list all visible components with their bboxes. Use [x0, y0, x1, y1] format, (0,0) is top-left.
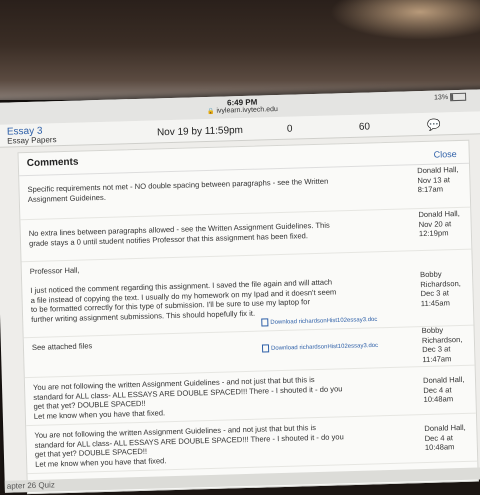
comment-item: Professor Hall, I just noticed the comme… — [21, 248, 474, 339]
score: 0 — [286, 123, 293, 135]
comment-author-date: Donald Hall, Nov 20 at 12:19pm — [418, 208, 460, 239]
comments-panel: Comments Close Specific requirements not… — [17, 139, 479, 495]
close-button[interactable]: Close — [434, 149, 457, 160]
comment-author-date: Donald Hall, Dec 4 at 10:48am — [424, 422, 466, 453]
comment-text: Specific requirements not met - NO doubl… — [27, 176, 329, 204]
assignment-group: Essay Papers — [7, 135, 57, 146]
ambient-light — [330, 0, 480, 40]
next-assignment-label[interactable]: apter 26 Quiz — [7, 480, 55, 490]
document-icon — [261, 344, 270, 353]
battery-icon — [450, 92, 467, 102]
comment-text: Professor Hall, I just noticed the comme… — [29, 265, 337, 324]
points-possible: 60 — [358, 121, 371, 133]
comment-author-date: Bobby Richardson, Dec 3 at 11:47am — [421, 325, 463, 364]
attachment-label: Download richardsonHist102essay3.doc — [270, 316, 378, 326]
battery-percent: 13% — [434, 94, 449, 102]
comment-author-date: Donald Hall, Dec 4 at 10:48am — [422, 374, 465, 405]
comments-icon[interactable]: 💬 — [427, 118, 441, 131]
comment-text: You are not following the written Assign… — [32, 375, 343, 421]
comment-author-date: Bobby Richardson, Dec 3 at 11:45am — [419, 269, 461, 308]
lock-icon: 🔒 — [206, 108, 215, 115]
comments-title: Comments — [26, 156, 79, 170]
battery-indicator: 13% — [434, 92, 467, 102]
due-date: Nov 19 by 11:59pm — [156, 124, 244, 139]
comment-text: You are not following the written Assign… — [34, 423, 344, 469]
document-icon — [261, 318, 269, 327]
comment-text: No extra lines between paragraphs allowe… — [28, 220, 330, 248]
url-text: ivylearn.ivytech.edu — [216, 106, 278, 115]
attachment-label: Download richardsonHist102essay3.doc — [270, 342, 379, 352]
tablet-screen: 6:49 PM 🔒 ivylearn.ivytech.edu 13% Essay … — [0, 89, 480, 495]
comment-author-date: Donald Hall, Nov 13 at 8:17am — [417, 164, 459, 195]
